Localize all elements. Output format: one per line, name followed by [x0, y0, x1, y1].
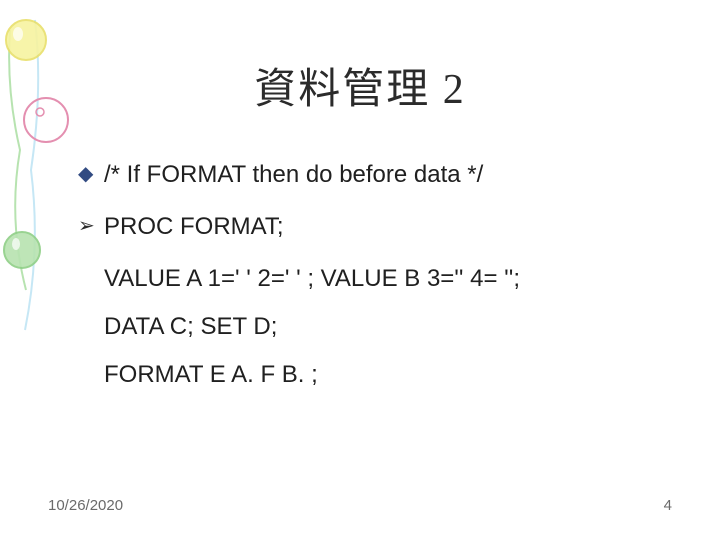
bullet-text: FORMAT E A. F B. ; — [104, 360, 665, 390]
bullet-line-2: ➢ PROC FORMAT; — [78, 212, 665, 242]
slide: 資料管理 2 ◆ /* If FORMAT then do before dat… — [0, 0, 720, 540]
slide-title: 資料管理 2 — [0, 55, 720, 116]
footer-page-number: 4 — [664, 497, 672, 514]
bullet-text: VALUE A 1=' ' 2=' ' ; VALUE B 3='' 4= ''… — [104, 264, 665, 294]
footer-date: 10/26/2020 — [48, 497, 123, 514]
chevron-bullet-icon: ➢ — [78, 212, 104, 240]
bullet-line-1: ◆ /* If FORMAT then do before data */ — [78, 160, 665, 190]
slide-body: ◆ /* If FORMAT then do before data */ ➢ … — [78, 160, 665, 408]
bullet-line-5: FORMAT E A. F B. ; — [78, 360, 665, 390]
bullet-text: DATA C; SET D; — [104, 312, 665, 342]
bullet-line-4: DATA C; SET D; — [78, 312, 665, 342]
bullet-line-3: VALUE A 1=' ' 2=' ' ; VALUE B 3='' 4= ''… — [78, 264, 665, 294]
diamond-bullet-icon: ◆ — [78, 160, 104, 188]
bullet-text: PROC FORMAT; — [104, 212, 665, 242]
bullet-text: /* If FORMAT then do before data */ — [104, 160, 665, 190]
